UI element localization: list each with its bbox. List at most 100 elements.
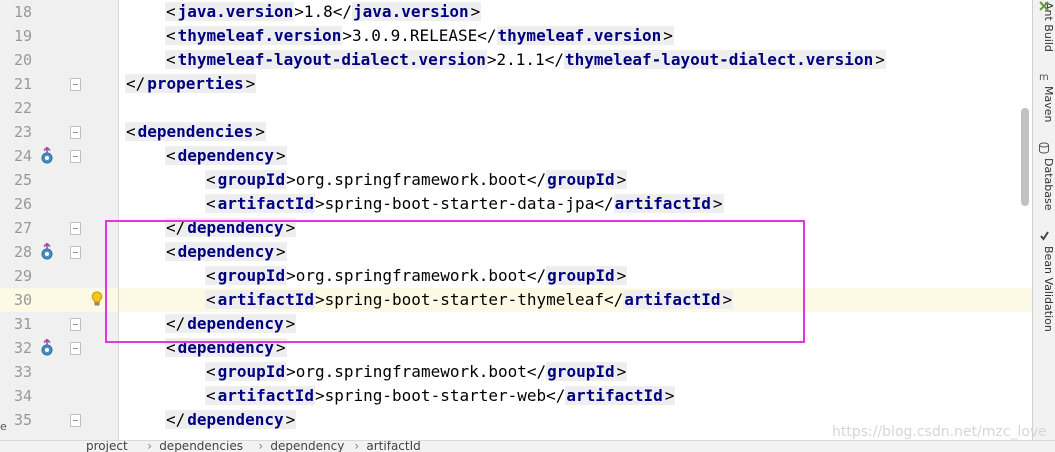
xml-text: > <box>615 266 628 285</box>
code-line[interactable]: </dependency > <box>165 408 297 432</box>
breadcrumb-item[interactable]: dependencies <box>159 441 243 452</box>
breadcrumb-separator-icon: › <box>147 440 152 452</box>
xml-text: > <box>469 2 482 21</box>
xml-tag-name: dependency <box>186 218 285 237</box>
xml-text: < <box>205 170 217 189</box>
tab-database-label: Database <box>1042 158 1055 211</box>
xml-text: </ <box>165 314 187 333</box>
tab-bean-validation[interactable]: Bean Validation <box>1035 246 1055 332</box>
fold-toggle-icon[interactable] <box>70 414 81 427</box>
line-number: 27 <box>13 219 32 237</box>
code-line[interactable]: < artifactId>spring-boot-starter-web</art… <box>205 384 676 408</box>
line-number: 19 <box>13 27 32 45</box>
xml-text: > <box>662 26 674 45</box>
code-line[interactable]: < java.version>1.8</java.version > <box>165 0 482 24</box>
xml-tag-name: groupId <box>546 266 616 285</box>
xml-tag-name: artifactId <box>216 194 315 213</box>
line-number: 20 <box>13 51 32 69</box>
xml-text: > <box>721 290 734 309</box>
line-number: 22 <box>13 99 32 117</box>
code-line[interactable]: < dependency > <box>165 144 287 168</box>
xml-tag-name: java.version <box>352 2 470 21</box>
xml-text: > <box>284 218 297 237</box>
line-number: 34 <box>13 387 32 405</box>
breadcrumb-item[interactable]: dependency <box>270 441 344 452</box>
code-line[interactable]: </dependency > <box>165 216 297 240</box>
code-line[interactable]: < dependencies > <box>125 120 266 144</box>
code-line[interactable]: < groupId>org.springframework.boot</group… <box>205 168 628 192</box>
code-editor[interactable]: < java.version>1.8</java.version > < thymele… <box>119 0 1032 440</box>
code-line[interactable]: < thymeleaf-layout-dialect.version>2.1.1<… <box>165 48 886 72</box>
code-line[interactable]: < groupId>org.springframework.boot</group… <box>205 264 628 288</box>
xml-tag-name: java.version <box>176 2 295 21</box>
maven-override-icon[interactable] <box>40 147 54 165</box>
fold-toggle-icon[interactable] <box>70 222 81 235</box>
xml-tag-name: dependency <box>176 338 275 357</box>
xml-tag-name: groupId <box>546 362 616 381</box>
breadcrumb: project › dependencies › dependency › artifact… <box>0 440 1055 452</box>
xml-tag-name: properties <box>146 74 245 93</box>
editor-gutter: 18 19 20 21 22 23 24 25 26 27 28 29 30 31 32 33 34 35 <box>0 0 118 440</box>
xml-tag-name: dependency <box>176 242 275 261</box>
xml-text: >org.springframework.boot</ <box>286 362 547 381</box>
xml-tag-name: dependencies <box>136 122 255 141</box>
maven-override-icon[interactable] <box>40 339 54 357</box>
xml-text: > <box>615 170 628 189</box>
line-number: 30 <box>13 291 32 309</box>
xml-text: > <box>274 242 287 261</box>
bean-validation-icon <box>1040 231 1049 241</box>
fold-toggle-icon[interactable] <box>70 78 81 91</box>
xml-text: < <box>165 242 177 261</box>
xml-text: > <box>663 386 676 405</box>
code-line[interactable]: </dependency > <box>165 312 297 336</box>
xml-tag-name: thymeleaf.version <box>496 26 663 45</box>
xml-text: </ <box>125 74 147 93</box>
xml-text: < <box>165 26 177 45</box>
xml-text: >org.springframework.boot</ <box>286 266 547 285</box>
line-number: 25 <box>13 171 32 189</box>
code-line[interactable]: < dependency > <box>165 240 287 264</box>
code-line[interactable]: < artifactId>spring-boot-starter-thymelea… <box>205 288 734 312</box>
fold-toggle-icon[interactable] <box>70 342 81 355</box>
fold-toggle-icon[interactable] <box>70 150 81 163</box>
xml-tag-name: dependency <box>186 314 285 333</box>
xml-tag-name: dependency <box>186 410 285 429</box>
code-line[interactable]: < thymeleaf.version>3.0.9.RELEASE</thymel… <box>165 24 674 48</box>
database-icon <box>1039 142 1049 154</box>
maven-override-icon[interactable] <box>40 243 54 261</box>
left-edge-fragment: e <box>0 420 7 433</box>
code-line[interactable]: < groupId>org.springframework.boot</group… <box>205 360 628 384</box>
intention-lightbulb-icon[interactable] <box>91 291 103 307</box>
breadcrumb-item[interactable]: artifactId <box>366 441 420 452</box>
svg-text:m: m <box>1039 72 1049 82</box>
xml-text: < <box>205 290 217 309</box>
xml-text: >spring-boot-starter-web</ <box>314 386 566 405</box>
line-number: 23 <box>13 123 32 141</box>
xml-tag-name: thymeleaf-layout-dialect.version <box>176 50 487 69</box>
xml-tag-name: groupId <box>216 170 287 189</box>
xml-text: < <box>125 122 137 141</box>
fold-toggle-icon[interactable] <box>70 246 81 259</box>
xml-text: </ <box>165 218 187 237</box>
code-line[interactable]: </properties > <box>125 72 257 96</box>
xml-text: < <box>205 386 217 405</box>
code-line[interactable]: < artifactId>spring-boot-starter-data-jpa… <box>205 192 724 216</box>
fold-toggle-icon[interactable] <box>70 126 81 139</box>
xml-text: < <box>205 362 217 381</box>
tab-database[interactable]: Database <box>1035 158 1055 211</box>
breadcrumb-separator-icon: › <box>354 440 360 452</box>
line-number: 26 <box>13 195 32 213</box>
xml-text: </ <box>165 410 187 429</box>
breadcrumb-item[interactable]: project <box>86 441 128 452</box>
code-line[interactable]: < dependency > <box>165 336 287 360</box>
line-number: 32 <box>13 339 32 357</box>
vertical-scrollbar-thumb[interactable] <box>1021 108 1029 206</box>
line-number: 24 <box>13 147 32 165</box>
line-number: 33 <box>13 363 32 381</box>
fold-toggle-icon[interactable] <box>70 318 81 331</box>
xml-text: >org.springframework.boot</ <box>286 170 547 189</box>
xml-text: >1.8</ <box>294 2 353 21</box>
xml-tag-name: thymeleaf-layout-dialect.version <box>563 50 875 69</box>
right-tool-window-strip: Ant Build Maven Database Bean Validation… <box>1032 0 1055 440</box>
tab-maven[interactable]: Maven <box>1035 86 1055 122</box>
